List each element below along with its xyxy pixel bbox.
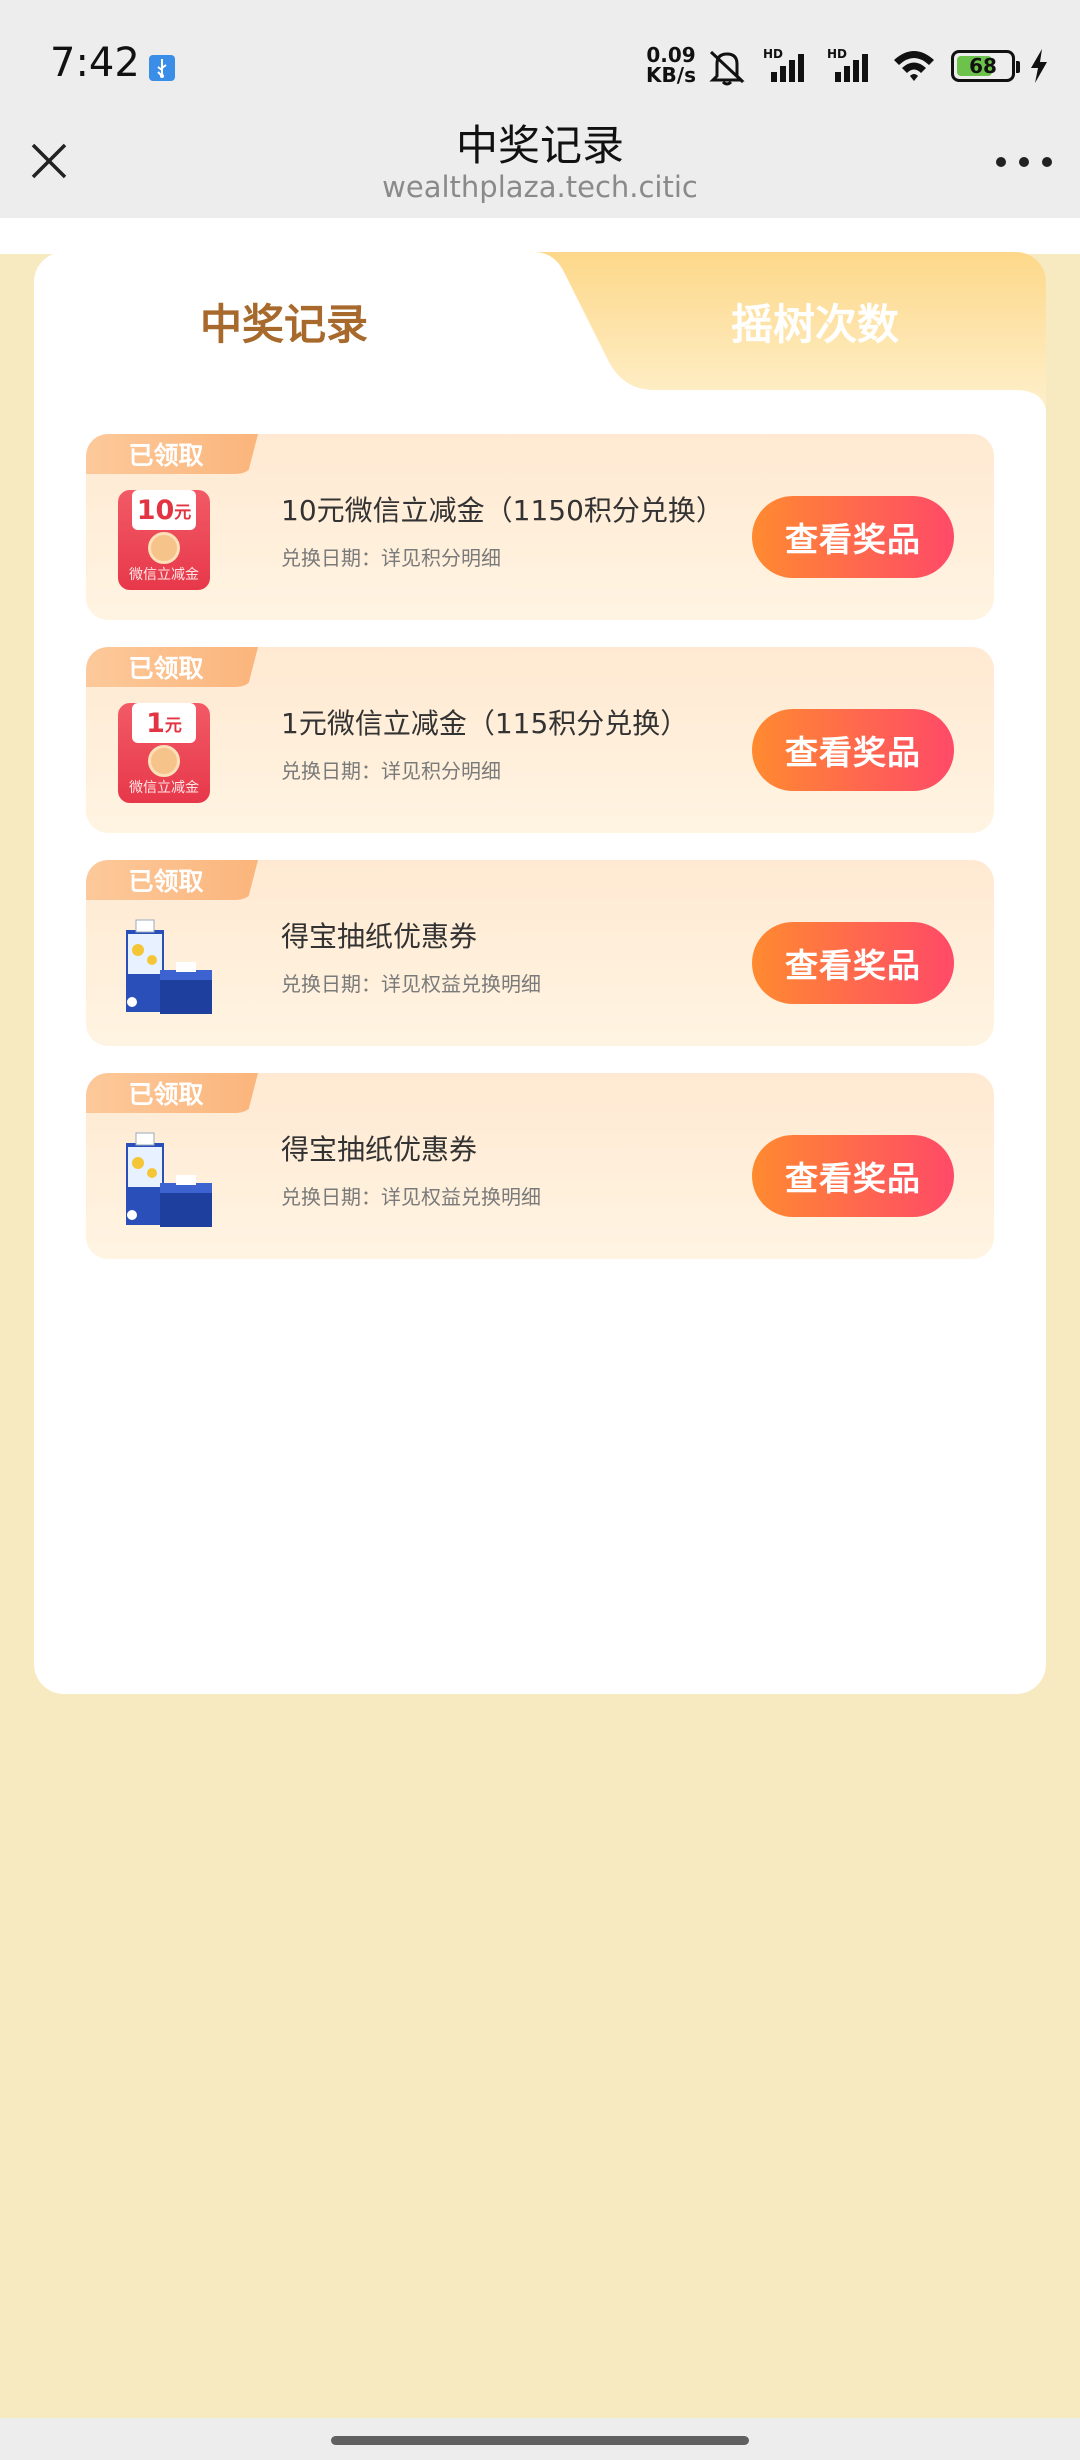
tab-bar: 中奖记录 摇树次数: [34, 252, 1046, 412]
record-list: 已领取 10 元 微信立减金 10元微信立减金（1150积分兑换） 兑换日期：详见…: [86, 434, 994, 1286]
network-speed-unit: KB/s: [646, 63, 696, 87]
coupon-unit: 元: [174, 502, 192, 523]
claimed-badge: 已领取: [86, 1073, 258, 1113]
svg-text:HD: HD: [763, 47, 783, 61]
coupon-amount: 10: [136, 494, 175, 526]
prize-name: 得宝抽纸优惠券: [281, 1133, 478, 1166]
prize-name: 得宝抽纸优惠券: [281, 920, 478, 953]
svg-text:HD: HD: [827, 47, 847, 61]
claimed-badge: 已领取: [86, 860, 258, 900]
prize-date: 兑换日期：详见权益兑换明细: [281, 972, 541, 996]
coupon-unit: 元: [164, 715, 182, 736]
home-indicator[interactable]: [331, 2436, 749, 2445]
mute-icon: [709, 50, 745, 86]
charging-icon: [1031, 49, 1047, 83]
tissue-product-image: [116, 910, 220, 1020]
tab-shake-count[interactable]: 摇树次数: [584, 252, 1046, 390]
claimed-badge: 已领取: [86, 434, 258, 474]
network-speed-value: 0.09: [646, 43, 696, 67]
status-icons: HD HD 68: [705, 46, 1049, 86]
wifi-icon: [894, 51, 934, 81]
wechat-coupon-image: 10 元 微信立减金: [116, 484, 220, 594]
battery-icon: 68: [951, 50, 1020, 82]
status-bar: 7:42 0.09 KB/s HD HD 68: [0, 0, 1080, 108]
coupon-label: 微信立减金: [129, 567, 199, 583]
record-item: 已领取 得宝抽纸优惠券 兑换日期：详见权益兑换明细 查看奖品: [86, 860, 994, 1046]
prize-name: 10元微信立减金（1150积分兑换）: [281, 494, 724, 527]
tab-prize-records[interactable]: 中奖记录: [34, 252, 534, 390]
record-item: 已领取 得宝抽纸优惠券 兑换日期：详见权益兑换明细 查看奖品: [86, 1073, 994, 1259]
more-icon: [996, 157, 1006, 167]
battery-level: 68: [969, 54, 997, 78]
coupon-amount: 1: [146, 707, 165, 739]
usb-icon: [149, 55, 175, 81]
header-divider: [0, 218, 1080, 254]
claimed-badge: 已领取: [86, 647, 258, 687]
more-button[interactable]: [996, 152, 1052, 172]
prize-name: 1元微信立减金（115积分兑换）: [281, 707, 689, 740]
prize-date: 兑换日期：详见权益兑换明细: [281, 1185, 541, 1209]
page-url: wealthplaza.tech.citic: [382, 170, 698, 204]
tissue-product-image: [116, 1123, 220, 1233]
network-speed: 0.09 KB/s: [645, 45, 697, 85]
view-prize-button[interactable]: 查看奖品: [752, 1135, 954, 1217]
nav-header: 中奖记录 wealthplaza.tech.citic: [0, 108, 1080, 218]
page-title: 中奖记录: [455, 121, 624, 170]
record-item: 已领取 1元 微信立减金 1元微信立减金（115积分兑换） 兑换日期：详见积分明…: [86, 647, 994, 833]
hd-signal-icon-2: HD: [827, 47, 868, 82]
coupon-label: 微信立减金: [129, 780, 199, 796]
record-item: 已领取 10 元 微信立减金 10元微信立减金（1150积分兑换） 兑换日期：详见…: [86, 434, 994, 620]
prize-date: 兑换日期：详见积分明细: [281, 759, 501, 783]
view-prize-button[interactable]: 查看奖品: [752, 709, 954, 791]
status-time: 7:42: [50, 40, 140, 86]
wechat-coupon-image: 1元 微信立减金: [116, 697, 220, 807]
prize-date: 兑换日期：详见积分明细: [281, 546, 501, 570]
records-card: 中奖记录 摇树次数 已领取 10 元 微信立减金 10元微信立减金（1150积分兑…: [34, 252, 1046, 1694]
hd-signal-icon: HD: [763, 47, 804, 82]
view-prize-button[interactable]: 查看奖品: [752, 922, 954, 1004]
view-prize-button[interactable]: 查看奖品: [752, 496, 954, 578]
